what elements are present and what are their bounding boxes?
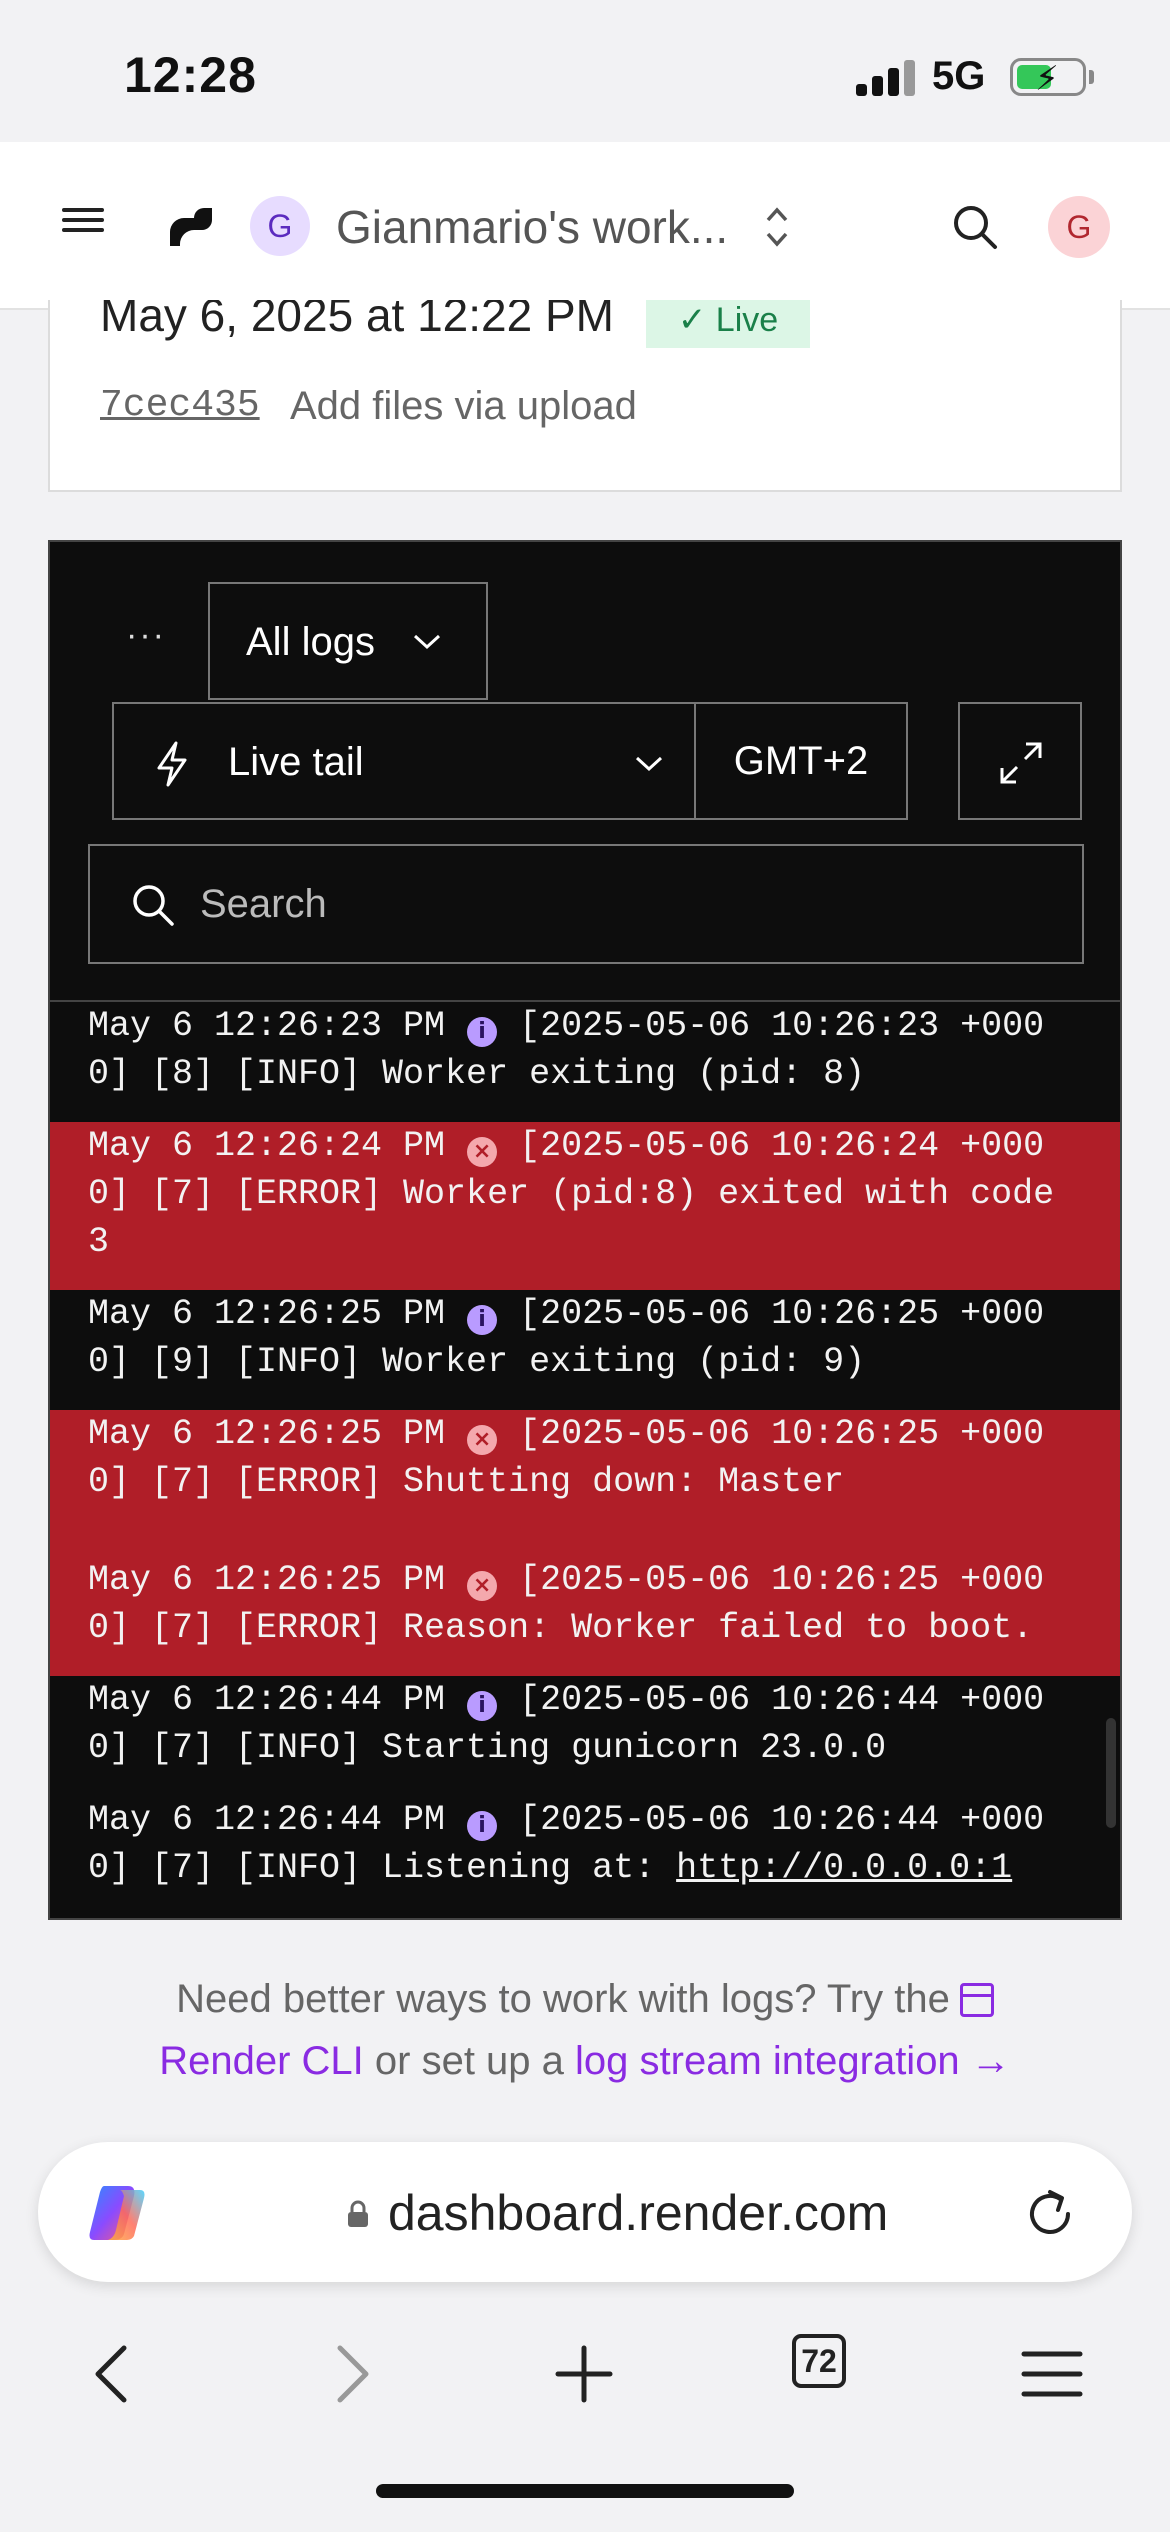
error-icon: × bbox=[467, 1425, 498, 1455]
user-avatar[interactable]: G bbox=[1048, 196, 1110, 258]
forward-icon[interactable] bbox=[310, 2334, 390, 2414]
log-timestamp: May 6 12:26:23 PM bbox=[88, 1006, 446, 1046]
log-list: May 6 12:26:23 PM i [2025-05-06 10:26:23 +… bbox=[50, 1000, 1120, 1918]
chevron-down-icon bbox=[635, 756, 663, 772]
help-text-middle: or set up a bbox=[374, 2039, 564, 2083]
help-text-intro: Need better ways to work with logs? Try … bbox=[176, 1977, 950, 2021]
log-row-error[interactable]: May 6 12:26:24 PM × [2025-05-06 10:26:24 +… bbox=[50, 1122, 1120, 1290]
log-row-info[interactable]: May 6 12:26:44 PM i [2025-05-06 10:26:44 +… bbox=[50, 1676, 1120, 1796]
log-timestamp: May 6 12:26:44 PM bbox=[88, 1680, 446, 1720]
log-url-link[interactable]: http://0.0.0.0:1 bbox=[676, 1848, 1012, 1888]
expand-button[interactable] bbox=[958, 702, 1082, 820]
log-stream-integration-link[interactable]: log stream integration → bbox=[575, 2039, 1011, 2083]
battery-nub bbox=[1089, 70, 1094, 84]
log-filter-label: All logs bbox=[246, 620, 375, 664]
chevron-down-icon bbox=[413, 634, 441, 650]
log-timestamp: May 6 12:26:25 PM bbox=[88, 1560, 446, 1600]
deploy-date: May 6, 2025 at 12:22 PM bbox=[100, 300, 614, 341]
commit-message: Add files via upload bbox=[290, 384, 637, 428]
commit-hash-link[interactable]: 7cec435 bbox=[100, 384, 260, 427]
reload-icon[interactable] bbox=[1020, 2184, 1080, 2244]
live-tail-dropdown[interactable]: Live tail bbox=[112, 702, 696, 820]
error-icon: × bbox=[467, 1137, 498, 1167]
terminal-icon bbox=[959, 1983, 994, 2017]
logs-help-text: Need better ways to work with logs? Try … bbox=[0, 1968, 1170, 2092]
timezone-button[interactable]: GMT+2 bbox=[694, 702, 908, 820]
render-cli-link[interactable]: Render CLI bbox=[159, 2039, 364, 2083]
menu-icon[interactable] bbox=[62, 208, 104, 238]
new-tab-icon[interactable] bbox=[544, 2334, 624, 2414]
menu-icon[interactable] bbox=[1012, 2334, 1092, 2414]
app-header: G Gianmario's work... G bbox=[0, 142, 1170, 310]
search-icon[interactable] bbox=[950, 202, 1000, 252]
log-timestamp: May 6 12:26:24 PM bbox=[88, 1126, 446, 1166]
info-icon: i bbox=[467, 1017, 498, 1047]
status-time: 12:28 bbox=[124, 47, 257, 103]
info-icon: i bbox=[467, 1691, 498, 1721]
workspace-avatar[interactable]: G bbox=[250, 196, 310, 256]
log-timestamp: May 6 12:26:44 PM bbox=[88, 1800, 446, 1840]
live-tail-label: Live tail bbox=[228, 740, 364, 784]
status-badge: ✓ Live bbox=[646, 300, 810, 348]
status-bar: 12:28 5G ⚡ bbox=[0, 0, 1170, 142]
lightning-icon bbox=[157, 741, 187, 787]
battery-icon: ⚡ bbox=[1010, 58, 1086, 98]
log-row-info[interactable]: May 6 12:26:23 PM i [2025-05-06 10:26:23 +… bbox=[50, 1002, 1120, 1122]
info-icon: i bbox=[467, 1305, 498, 1335]
network-type: 5G bbox=[932, 54, 986, 98]
home-indicator[interactable] bbox=[376, 2484, 794, 2498]
browser-toolbar: dashboard.render.com bbox=[0, 2118, 1170, 2532]
log-filter-dropdown[interactable]: All logs bbox=[208, 582, 488, 700]
chevron-up-down-icon[interactable] bbox=[762, 204, 792, 250]
workspace-name[interactable]: Gianmario's work... bbox=[336, 200, 728, 254]
log-row-error[interactable]: May 6 12:26:25 PM × [2025-05-06 10:26:25 +… bbox=[50, 1530, 1120, 1676]
browser-bottom-nav bbox=[0, 2314, 1170, 2434]
log-timestamp: May 6 12:26:25 PM bbox=[88, 1294, 446, 1334]
log-row-error[interactable]: May 6 12:26:25 PM × [2025-05-06 10:26:25 +… bbox=[50, 1410, 1120, 1530]
copilot-icon[interactable] bbox=[84, 2182, 150, 2244]
log-timestamp: May 6 12:26:25 PM bbox=[88, 1414, 446, 1454]
lock-icon bbox=[348, 2200, 368, 2227]
search-icon bbox=[133, 885, 174, 926]
log-search-box[interactable] bbox=[88, 844, 1084, 964]
logs-panel: ··· All logs Live tail GMT+2 May 6 12:26… bbox=[48, 540, 1122, 1920]
more-options-button[interactable]: ··· bbox=[126, 616, 166, 655]
expand-icon bbox=[1000, 742, 1042, 784]
url-text[interactable]: dashboard.render.com bbox=[388, 2184, 888, 2242]
log-scrollbar[interactable] bbox=[1106, 1718, 1116, 1828]
deploy-card: May 6, 2025 at 12:22 PM ✓ Live 7cec435 A… bbox=[48, 300, 1122, 492]
tabs-count-button[interactable]: 72 bbox=[792, 2334, 846, 2388]
error-icon: × bbox=[467, 1571, 498, 1601]
address-bar[interactable]: dashboard.render.com bbox=[38, 2142, 1132, 2282]
log-row-info[interactable]: May 6 12:26:44 PM i [2025-05-06 10:26:44 +… bbox=[50, 1796, 1120, 1916]
log-search-input[interactable] bbox=[200, 876, 1000, 932]
signal-icon bbox=[856, 58, 916, 96]
info-icon: i bbox=[467, 1811, 498, 1841]
back-icon[interactable] bbox=[74, 2334, 154, 2414]
log-row-info[interactable]: May 6 12:26:25 PM i [2025-05-06 10:26:25 +… bbox=[50, 1290, 1120, 1410]
render-logo-icon[interactable] bbox=[166, 202, 216, 252]
